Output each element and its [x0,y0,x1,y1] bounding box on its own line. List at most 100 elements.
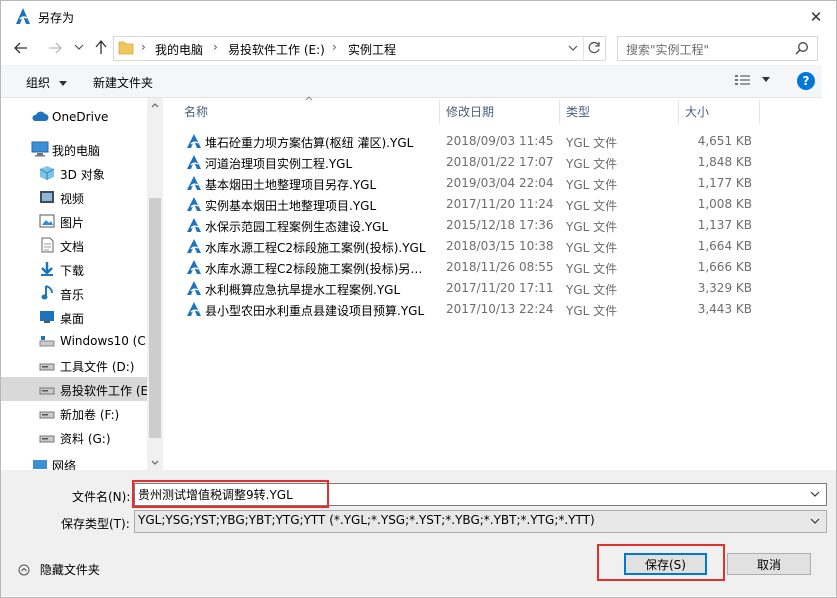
sidebar-item-videos[interactable]: 视频 [1,185,149,209]
file-type: YGL 文件 [566,157,618,171]
sidebar-item-label: 我的电脑 [52,144,101,158]
back-icon[interactable] [13,40,29,56]
ygl-file-icon [186,175,202,191]
view-dropdown-icon[interactable] [762,77,770,83]
help-icon[interactable]: ? [797,72,815,90]
sidebar-item-onedrive[interactable]: OneDrive [1,105,149,129]
file-size: 1,137 KB [697,218,752,232]
right-edge [822,65,836,470]
file-date: 2018/03/15 10:38 [446,239,554,253]
chevron-right-icon: › [141,40,146,54]
chevron-down-icon[interactable] [568,44,578,52]
video-icon [39,190,55,204]
file-row[interactable]: 水库水源工程C2标段施工案例(投标)另存... 2018/11/26 08:55… [182,257,782,278]
file-type: YGL 文件 [566,220,618,234]
scroll-thumb[interactable] [149,198,161,438]
sidebar-item-label: 工具文件 (D:) [60,360,135,374]
view-options-icon[interactable] [735,74,753,86]
column-divider[interactable] [759,100,760,124]
file-name: 基本烟田土地整理项目另存.YGL [205,178,377,192]
chevron-down-icon[interactable] [810,518,820,524]
sidebar-item-drive-f[interactable]: 新加卷 (F:) [1,401,149,425]
sidebar-item-downloads[interactable]: 下载 [1,257,149,281]
new-folder-button[interactable]: 新建文件夹 [93,74,153,91]
sidebar-item-label: 网络 [52,459,77,470]
folder-icon [118,40,134,55]
file-date: 2015/12/18 17:36 [446,218,554,232]
sidebar-item-label: OneDrive [52,110,109,124]
filetype-select[interactable]: YGL;YSG;YST;YBG;YBT;YTG;YTT (*.YGL;*.YSG… [134,510,827,533]
column-divider[interactable] [678,100,679,124]
sidebar-item-network[interactable]: 网络 [1,455,149,470]
file-row[interactable]: 水利概算应急抗旱提水工程案例.YGL 2017/11/20 17:11 YGL … [182,278,782,299]
file-date: 2018/01/22 17:07 [446,155,554,169]
scroll-down-icon[interactable] [151,460,159,465]
download-icon [39,261,55,277]
sidebar-item-documents[interactable]: 文档 [1,233,149,257]
scroll-up-icon[interactable] [151,103,159,108]
drive-icon [39,383,55,395]
chevron-right-icon[interactable]: › [332,40,337,54]
breadcrumb-item[interactable]: 实例工程 [348,41,396,58]
column-header-name[interactable]: 名称 [184,98,434,124]
cancel-button[interactable]: 取消 [727,553,811,575]
file-row[interactable]: 县小型农田水利重点县建设项目预算.YGL 2017/10/13 22:24 YG… [182,299,782,320]
file-row[interactable]: 堆石砼重力坝方案估算(枢纽 灌区).YGL 2018/09/03 11:45 Y… [182,131,782,152]
file-date: 2018/09/03 11:45 [446,134,554,148]
highlight-box [597,544,725,581]
sidebar-item-drive-e[interactable]: 易投软件工作 (E [1,377,149,401]
ygl-file-icon [186,133,202,149]
ygl-file-icon [186,238,202,254]
column-header-size[interactable]: 大小 [685,98,755,124]
file-row[interactable]: 河道治理项目实例工程.YGL 2018/01/22 17:07 YGL 文件 1… [182,152,782,173]
sidebar-item-label: 音乐 [60,288,85,302]
file-date: 2019/03/04 22:04 [446,176,554,190]
title-bar: 另存为 ✕ [1,1,836,31]
search-icon[interactable] [795,41,809,55]
cloud-icon [31,110,49,122]
sidebar-item-label: 文档 [60,240,85,254]
sidebar-item-music[interactable]: 音乐 [1,281,149,305]
refresh-icon[interactable] [587,41,601,55]
drive-icon [39,431,55,443]
file-size: 3,329 KB [697,281,752,295]
recent-locations-icon[interactable] [74,43,84,51]
file-row[interactable]: 水库水源工程C2标段施工案例(投标).YGL 2018/03/15 10:38 … [182,236,782,257]
chevron-right-icon[interactable]: › [213,40,218,54]
cube-icon [39,165,55,181]
chevron-down-icon[interactable] [810,491,820,497]
hide-folders-toggle[interactable]: 隐藏文件夹 [18,561,100,578]
address-bar[interactable]: › 我的电脑 › 易投软件工作 (E:) › 实例工程 [113,36,606,61]
column-header-type[interactable]: 类型 [566,98,676,124]
sidebar-item-desktop[interactable]: 桌面 [1,305,149,329]
sidebar-item-label: 易投软件工作 (E [60,384,149,398]
filetype-label: 保存类型(T): [61,517,130,531]
close-button[interactable]: ✕ [795,2,837,32]
sidebar-item-3d-objects[interactable]: 3D 对象 [1,161,149,185]
file-row[interactable]: 基本烟田土地整理项目另存.YGL 2019/03/04 22:04 YGL 文件… [182,173,782,194]
sidebar-item-drive-c[interactable]: Windows10 (C: [1,329,149,353]
column-header-date[interactable]: 修改日期 [446,98,556,124]
sidebar-item-this-pc[interactable]: 我的电脑 [1,137,149,161]
file-row[interactable]: 实例基本烟田土地整理项目.YGL 2017/11/20 11:24 YGL 文件… [182,194,782,215]
breadcrumb-item[interactable]: 我的电脑 [155,41,203,58]
sidebar-item-pictures[interactable]: 图片 [1,209,149,233]
breadcrumb-item[interactable]: 易投软件工作 (E:) [228,41,325,58]
search-box[interactable]: 搜索"实例工程" [617,36,818,61]
navigation-pane: OneDrive 我的电脑 3D 对象 视频 图片 文档 下载 音乐 桌面 Wi… [1,98,163,470]
drive-icon [39,359,55,371]
sidebar-item-drive-g[interactable]: 资料 (G:) [1,425,149,449]
sidebar-item-drive-d[interactable]: 工具文件 (D:) [1,353,149,377]
app-logo-icon [15,7,31,25]
forward-icon[interactable] [47,40,63,56]
file-row[interactable]: 水保示范园工程案例生态建设.YGL 2015/12/18 17:36 YGL 文… [182,215,782,236]
organize-button[interactable]: 组织 [26,74,67,91]
sidebar-scrollbar[interactable] [147,98,163,470]
search-input[interactable]: 搜索"实例工程" [626,41,709,58]
up-icon[interactable] [94,39,108,55]
column-divider[interactable] [559,100,560,124]
column-divider[interactable] [439,100,440,124]
file-name: 水保示范园工程案例生态建设.YGL [205,220,389,234]
sidebar-item-label: 下载 [60,264,85,278]
sidebar-item-label: 视频 [60,192,85,206]
